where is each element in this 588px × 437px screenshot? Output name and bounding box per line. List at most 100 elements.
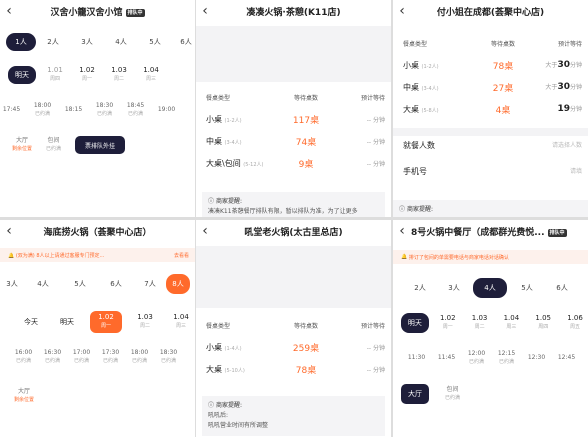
panel-fuxiaojie: ‹ 付小姐在成都(荟聚中心店) 餐桌类型 等待桌数 预计等待 小桌 (1-2人) 78… <box>393 0 588 217</box>
party-size-row: 2人 3人 4人 5人 6人 <box>393 278 588 298</box>
party-3[interactable]: 3人 <box>70 37 104 47</box>
party-3[interactable]: 3人 <box>0 279 24 289</box>
date-4[interactable]: 1.05 周四 <box>530 314 556 332</box>
back-icon[interactable]: ‹ <box>0 223 18 239</box>
area-room[interactable]: 包间 已约满 <box>46 137 61 153</box>
status-badge: 排队中 <box>547 228 567 237</box>
time-4[interactable]: 12:30 <box>523 354 550 362</box>
date-3[interactable]: 1.03 周二 <box>106 66 132 84</box>
area-hall[interactable]: 大厅 剩余位置 <box>14 388 34 404</box>
time-row: 17:45 18:00 已约满 18:15 18:30 已约满 18:45 已约满 1… <box>0 102 195 118</box>
date-3[interactable]: 1.03 周二 <box>132 313 158 331</box>
page-title: 凑凑火锅·茶憩(K11店) <box>246 7 341 18</box>
col-wait: 预计等待 <box>360 322 385 330</box>
party-4[interactable]: 4人 <box>24 279 62 289</box>
party-6[interactable]: 6人 <box>98 279 134 289</box>
back-icon[interactable]: ‹ <box>196 3 214 19</box>
col-type: 餐桌类型 <box>403 40 428 48</box>
time-3[interactable]: 17:30 已约满 <box>97 349 124 365</box>
time-0[interactable]: 11:30 <box>403 354 430 362</box>
date-1[interactable]: 1.02 周一 <box>435 314 461 332</box>
party-6[interactable]: 6人 <box>172 37 195 47</box>
panel-haidilao: ‹ 海底捞火锅（荟聚中心店） 🔔 (双为满) 8人以上请通过客服专门预定... 去… <box>0 220 195 437</box>
party-5[interactable]: 5人 <box>138 37 172 47</box>
table-row: 小桌 (1-2人) 78桌 大于30分钟 <box>403 60 582 72</box>
time-1[interactable]: 11:45 <box>433 354 460 362</box>
date-0[interactable]: 明天 <box>8 66 36 84</box>
date-row: 今天 明天 1.02 周一 1.03 周二 1.04 周三 <box>0 311 195 333</box>
bell-icon: 🔔 <box>401 254 408 260</box>
time-5[interactable]: 18:30 已约满 <box>155 349 182 365</box>
party-7[interactable]: 7人 <box>134 279 166 289</box>
page-title: 付小姐在成都(荟聚中心店) <box>436 7 545 18</box>
area-hall[interactable]: 大厅 剩余位置 <box>12 137 32 153</box>
table-row: 小桌 (1-4人) 259桌 -- 分钟 <box>206 342 385 354</box>
time-5[interactable]: 12:45 <box>553 354 580 362</box>
area-room[interactable]: 包间 已约满 <box>445 386 460 402</box>
back-icon[interactable]: ‹ <box>393 3 411 19</box>
party-6[interactable]: 6人 <box>547 283 577 293</box>
status-badge: 排队中 <box>125 8 145 17</box>
party-5[interactable]: 5人 <box>507 283 547 293</box>
party-5[interactable]: 5人 <box>62 279 98 289</box>
blank-section <box>196 26 391 82</box>
party-4[interactable]: 4人 <box>473 278 507 298</box>
header: ‹ 凑凑火锅·茶憩(K11店) <box>196 0 391 22</box>
time-2[interactable]: 12:00 已约满 <box>463 350 490 366</box>
date-2[interactable]: 1.02 周一 <box>74 66 100 84</box>
col-type: 餐桌类型 <box>206 322 231 330</box>
back-icon[interactable]: ‹ <box>393 223 411 239</box>
date-2[interactable]: 1.02 周一 <box>90 311 122 333</box>
date-0[interactable]: 明天 <box>401 313 429 333</box>
area-hall[interactable]: 大厅 <box>401 384 429 404</box>
area-row: 大厅 包间 已约满 <box>393 384 588 404</box>
date-2[interactable]: 1.03 周二 <box>467 314 493 332</box>
party-2[interactable]: 2人 <box>36 37 70 47</box>
time-3[interactable]: 18:30 已约满 <box>91 102 118 118</box>
date-0[interactable]: 今天 <box>18 318 44 327</box>
page-title: 吼堂老火锅(太古里总店) <box>244 227 343 238</box>
time-3[interactable]: 12:15 已约满 <box>493 350 520 366</box>
party-2[interactable]: 2人 <box>405 283 435 293</box>
panel-hanshe: ‹ 汉舍小籠汉舍小馆 排队中 1人 2人 3人 4人 5人 6人 明天 1.01 周… <box>0 0 195 217</box>
party-8[interactable]: 8人 <box>166 274 190 294</box>
date-1[interactable]: 明天 <box>54 318 80 327</box>
wait-table: 餐桌类型 等待桌数 预计等待 小桌 (1-2人) 78桌 大于30分钟 中桌 (3-4人… <box>393 32 588 120</box>
alert-link[interactable]: 去看看 <box>174 252 189 259</box>
phone-field[interactable]: 手机号 请填 <box>403 166 588 177</box>
table-row: 大桌 (5-8人) 4桌 19分钟 <box>403 104 582 116</box>
time-4[interactable]: 18:00 已约满 <box>126 349 153 365</box>
date-5[interactable]: 1.06 周五 <box>562 314 588 332</box>
page-title: 汉舍小籠汉舍小馆 排队中 <box>50 7 145 18</box>
header: ‹ 海底捞火锅（荟聚中心店） <box>0 220 195 242</box>
party-1[interactable]: 1人 <box>6 33 36 51</box>
date-row: 明天 1.02 周一 1.03 周二 1.04 周三 1.05 周四 1.06 周五 <box>393 313 588 333</box>
wait-table: 餐桌类型 等待桌数 预计等待 小桌 (1-4人) 259桌 -- 分钟 大桌 (5-10… <box>196 314 391 380</box>
party-4[interactable]: 4人 <box>104 37 138 47</box>
time-2[interactable]: 17:00 已约满 <box>68 349 95 365</box>
header: ‹ 付小姐在成都(荟聚中心店) <box>393 0 588 22</box>
time-0[interactable]: 17:45 <box>0 106 25 114</box>
date-3[interactable]: 1.04 周三 <box>498 314 524 332</box>
time-2[interactable]: 18:15 <box>60 106 87 114</box>
time-1[interactable]: 16:30 已约满 <box>39 349 66 365</box>
col-count: 等待桌数 <box>491 40 516 48</box>
time-row: 16:00 已约满 16:30 已约满 17:00 已约满 17:30 已约满 18:0… <box>0 349 195 365</box>
table-row: 中桌 (3-4人) 27桌 大于30分钟 <box>403 82 582 94</box>
people-field[interactable]: 就餐人数 请选择人数 <box>403 140 588 151</box>
time-4[interactable]: 18:45 已约满 <box>122 102 149 118</box>
blank-section <box>196 246 391 308</box>
back-icon[interactable]: ‹ <box>196 223 214 239</box>
table-row: 大桌 (5-10人) 78桌 -- 分钟 <box>206 364 385 376</box>
back-icon[interactable]: ‹ <box>0 3 18 19</box>
date-4[interactable]: 1.04 周三 <box>138 66 164 84</box>
time-1[interactable]: 18:00 已约满 <box>29 102 56 118</box>
date-1[interactable]: 1.01 周四 <box>42 66 68 84</box>
date-4[interactable]: 1.04 周三 <box>168 313 194 331</box>
time-5[interactable]: 19:00 <box>153 106 180 114</box>
time-0[interactable]: 16:00 已约满 <box>10 349 37 365</box>
alert-bar: 🔔 排订了包间的单需要电话与商家电话对话确认 <box>393 250 588 264</box>
queue-button[interactable]: 票排队外挂 <box>75 136 126 154</box>
col-wait: 预计等待 <box>557 40 582 48</box>
party-3[interactable]: 3人 <box>435 283 473 293</box>
